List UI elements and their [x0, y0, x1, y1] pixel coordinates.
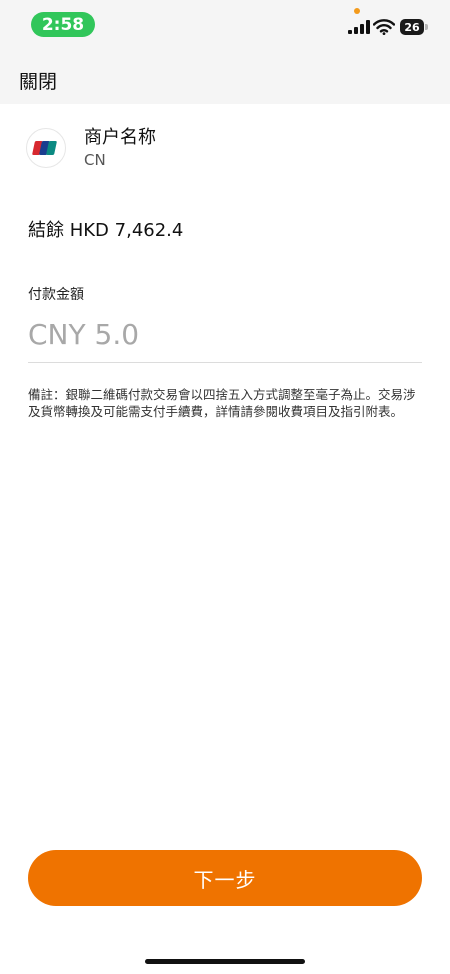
- merchant-country: CN: [84, 151, 106, 169]
- status-time: 2:58: [31, 12, 95, 37]
- close-button[interactable]: 關閉: [19, 67, 57, 94]
- amount-underline: [28, 362, 422, 363]
- merchant-name: 商户名称: [84, 127, 156, 148]
- payment-amount-input[interactable]: [28, 312, 422, 356]
- next-step-button[interactable]: 下一步: [28, 850, 422, 906]
- account-balance: 結餘 HKD 7,462.4: [28, 220, 184, 241]
- payment-screen: 2:58 26 關閉 商户名称 CN 結餘 HKD 7,462.4 付款金額 C…: [0, 0, 450, 974]
- signal-icon: [348, 20, 370, 34]
- battery-icon: 26: [400, 19, 428, 35]
- battery-level: 26: [400, 19, 424, 35]
- payment-amount-label: 付款金額: [28, 287, 84, 303]
- battery-tip: [425, 24, 428, 30]
- unionpay-logo-icon: [26, 128, 66, 168]
- wifi-icon: [373, 19, 395, 35]
- unionpay-logo-graphic: [32, 141, 57, 155]
- home-indicator[interactable]: [145, 959, 305, 964]
- privacy-indicator-dot: [354, 8, 360, 14]
- top-bar: 2:58 26 關閉: [0, 0, 450, 104]
- fee-note: 備註：銀聯二維碼付款交易會以四捨五入方式調整至毫子為止。交易涉及貨幣轉換及可能需…: [28, 387, 416, 419]
